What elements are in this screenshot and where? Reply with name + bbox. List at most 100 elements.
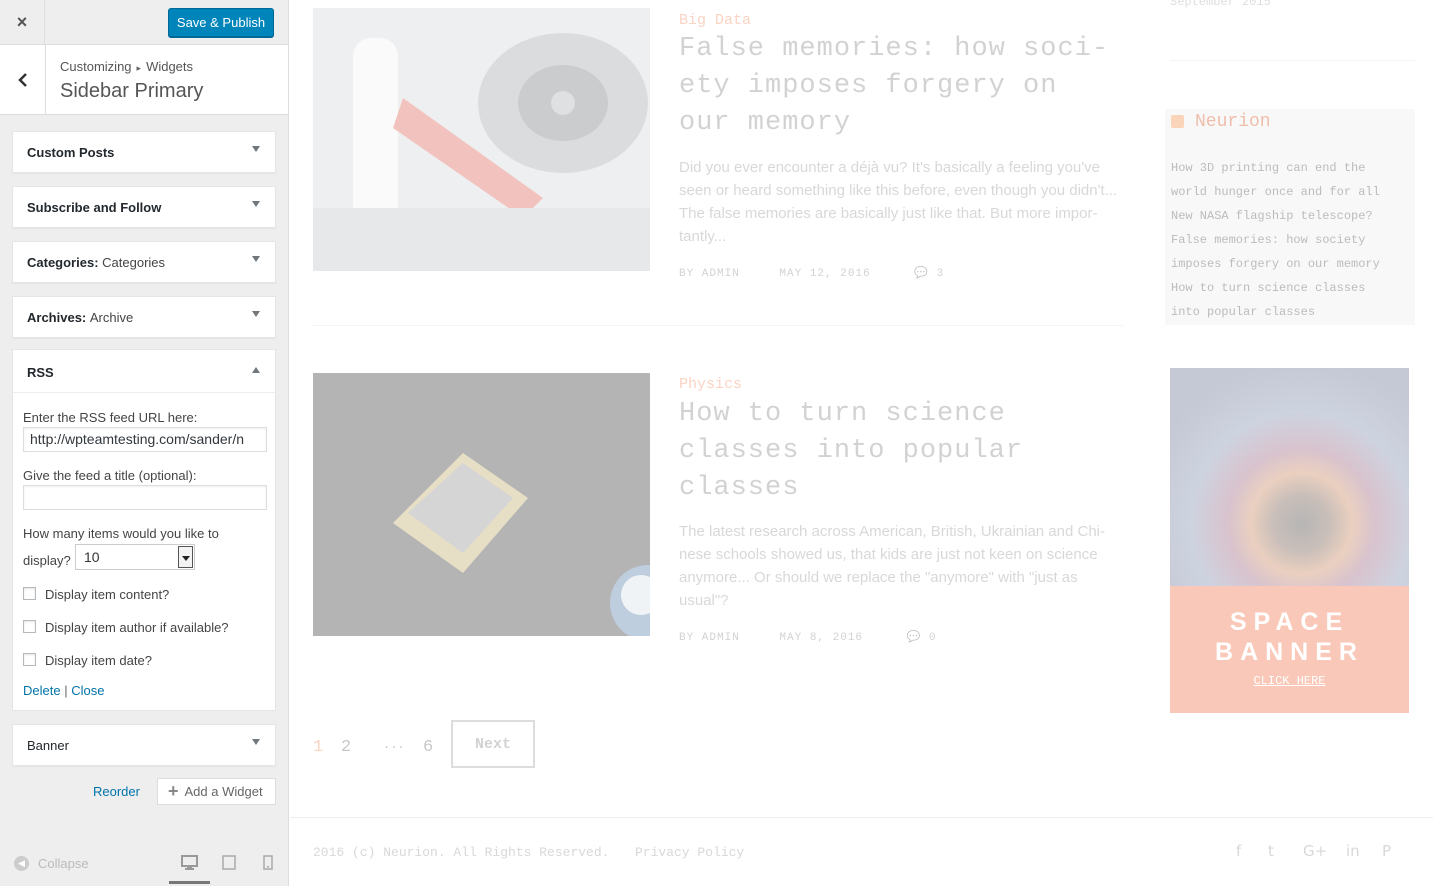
widget-title: Subscribe and Follow xyxy=(27,200,162,215)
banner-title-2: BANNER xyxy=(1215,638,1364,666)
close-link[interactable]: Close xyxy=(71,683,104,698)
widget-title: Categories: Categories xyxy=(27,255,166,270)
save-publish-button[interactable]: Save & Publish xyxy=(168,8,274,37)
post-author[interactable]: BY ADMIN xyxy=(679,632,740,644)
comment-icon: 💬 xyxy=(914,268,929,280)
widget-banner[interactable]: Banner xyxy=(12,724,276,766)
section-title: Sidebar Primary xyxy=(60,80,204,102)
comment-count[interactable]: 3 xyxy=(937,268,945,280)
widget-custom-posts[interactable]: Custom Posts xyxy=(12,131,276,173)
rss-item[interactable]: into popular classes xyxy=(1171,300,1411,324)
collapse-button[interactable]: ◀ Collapse xyxy=(14,856,89,871)
tablet-preview-icon[interactable] xyxy=(222,855,236,873)
archive-link[interactable]: September 2015 xyxy=(1170,0,1271,9)
add-widget-button[interactable]: + Add a Widget xyxy=(157,778,276,805)
breadcrumb-root: Customizing xyxy=(60,59,132,74)
breadcrumb-child: Widgets xyxy=(146,59,194,74)
widget-archives[interactable]: Archives: Archive xyxy=(12,296,276,338)
reorder-link[interactable]: Reorder xyxy=(93,784,140,799)
page-6[interactable]: 6 xyxy=(423,738,433,757)
rss-feed-title[interactable]: Neurion xyxy=(1195,112,1271,132)
google-plus-icon[interactable]: G+ xyxy=(1303,842,1327,860)
widget-title: Archives: Archive xyxy=(27,310,134,325)
post-divider xyxy=(313,325,1123,326)
item-count-select[interactable]: 10 xyxy=(75,544,195,570)
feed-title-input[interactable] xyxy=(23,485,267,510)
dropdown-arrow-icon[interactable] xyxy=(178,546,193,568)
close-icon[interactable]: × xyxy=(0,0,45,45)
desktop-preview-icon[interactable] xyxy=(181,855,198,873)
chevron-down-icon[interactable] xyxy=(252,146,260,152)
post-image-satellite[interactable] xyxy=(313,373,650,636)
rss-items: How 3D printing can end the world hunger… xyxy=(1171,156,1411,324)
widget-categories[interactable]: Categories: Categories xyxy=(12,241,276,283)
widget-subtitle: Archive xyxy=(89,310,134,325)
collapse-arrow-icon: ◀ xyxy=(14,856,29,871)
pinterest-icon[interactable]: P xyxy=(1382,842,1391,860)
widget-subscribe-follow[interactable]: Subscribe and Follow xyxy=(12,186,276,228)
widget-title: RSS xyxy=(27,365,54,380)
linkedin-icon[interactable]: in xyxy=(1346,842,1360,860)
footer-copyright: 2016 (c) Neurion. All Rights Reserved. xyxy=(313,845,610,860)
customizer-header: × Save & Publish xyxy=(0,0,288,45)
page-2[interactable]: 2 xyxy=(341,738,351,757)
facebook-icon[interactable]: f xyxy=(1236,842,1241,860)
rss-item[interactable]: How 3D printing can end the xyxy=(1171,156,1411,180)
post-excerpt: The latest research across American, Bri… xyxy=(679,523,1106,609)
display-author-label: Display item author if available? xyxy=(45,620,229,635)
next-page-button[interactable]: Next xyxy=(451,720,535,768)
collapse-label: Collapse xyxy=(38,856,89,871)
post-image-lab[interactable] xyxy=(313,8,650,271)
rss-item[interactable]: world hunger once and for all xyxy=(1171,180,1411,204)
rss-feed-widget: Neurion How 3D printing can end the worl… xyxy=(1165,109,1415,325)
post-category[interactable]: Big Data xyxy=(679,12,751,29)
item-count-label-2: display? xyxy=(23,553,71,568)
widget-title: Custom Posts xyxy=(27,145,115,160)
rss-item[interactable]: How to turn science classes xyxy=(1171,276,1411,300)
page-1[interactable]: 1 xyxy=(313,738,323,757)
active-device-indicator xyxy=(169,881,210,884)
chevron-down-icon[interactable] xyxy=(252,739,260,745)
chevron-down-icon[interactable] xyxy=(252,256,260,262)
rss-item[interactable]: False memories: how society xyxy=(1171,228,1411,252)
chevron-down-icon[interactable] xyxy=(252,311,260,317)
display-content-checkbox[interactable] xyxy=(23,587,36,600)
rss-item[interactable]: imposes forgery on our memory xyxy=(1171,252,1411,276)
item-count-label: How many items would you like to xyxy=(23,526,219,541)
rss-widget-header[interactable]: RSS xyxy=(13,350,275,393)
page-ellipsis: ... xyxy=(383,738,405,752)
space-banner[interactable]: SPACE BANNER CLICK HERE xyxy=(1170,368,1409,713)
comment-count[interactable]: 0 xyxy=(929,632,937,644)
display-content-label: Display item content? xyxy=(45,587,170,602)
chevron-up-icon[interactable] xyxy=(252,367,260,373)
widget-actions: Delete | Close xyxy=(23,683,104,698)
post-title[interactable]: False memories: how soci- ety imposes fo… xyxy=(679,31,1109,142)
post-title[interactable]: How to turn science classes into popular… xyxy=(679,396,1023,507)
banner-link[interactable]: CLICK HERE xyxy=(1170,674,1409,688)
banner-title-1: SPACE xyxy=(1229,608,1350,636)
breadcrumb: Customizing ▸ Widgets xyxy=(60,59,193,74)
display-date-label: Display item date? xyxy=(45,653,152,668)
rss-item[interactable]: New NASA flagship telescope? xyxy=(1171,204,1411,228)
delete-link[interactable]: Delete xyxy=(23,683,61,698)
rss-icon[interactable] xyxy=(1171,115,1184,128)
plus-icon: + xyxy=(168,781,179,801)
post-category[interactable]: Physics xyxy=(679,376,742,393)
chevron-down-icon[interactable] xyxy=(252,201,260,207)
display-date-checkbox[interactable] xyxy=(23,653,36,666)
post-author[interactable]: BY ADMIN xyxy=(679,268,740,280)
widget-rss: RSS Enter the RSS feed URL here: http://… xyxy=(12,349,276,711)
post-date: MAY 12, 2016 xyxy=(779,268,871,280)
add-widget-label: Add a Widget xyxy=(184,784,263,799)
widget-subtitle: Categories xyxy=(102,255,166,270)
customizer-panel: × Save & Publish Customizing ▸ Widgets Sid… xyxy=(0,0,289,886)
twitter-icon[interactable]: t xyxy=(1268,842,1274,860)
post-excerpt: Did you ever encounter a déjà vu? It's b… xyxy=(679,159,1118,245)
sidebar-divider xyxy=(1170,60,1415,61)
rss-url-label: Enter the RSS feed URL here: xyxy=(23,410,198,425)
back-arrow-icon[interactable] xyxy=(0,45,46,114)
rss-url-input[interactable]: http://wpteamtesting.com/sander/n xyxy=(23,427,267,452)
mobile-preview-icon[interactable] xyxy=(263,855,273,873)
display-author-checkbox[interactable] xyxy=(23,620,36,633)
privacy-policy-link[interactable]: Privacy Policy xyxy=(635,845,744,860)
